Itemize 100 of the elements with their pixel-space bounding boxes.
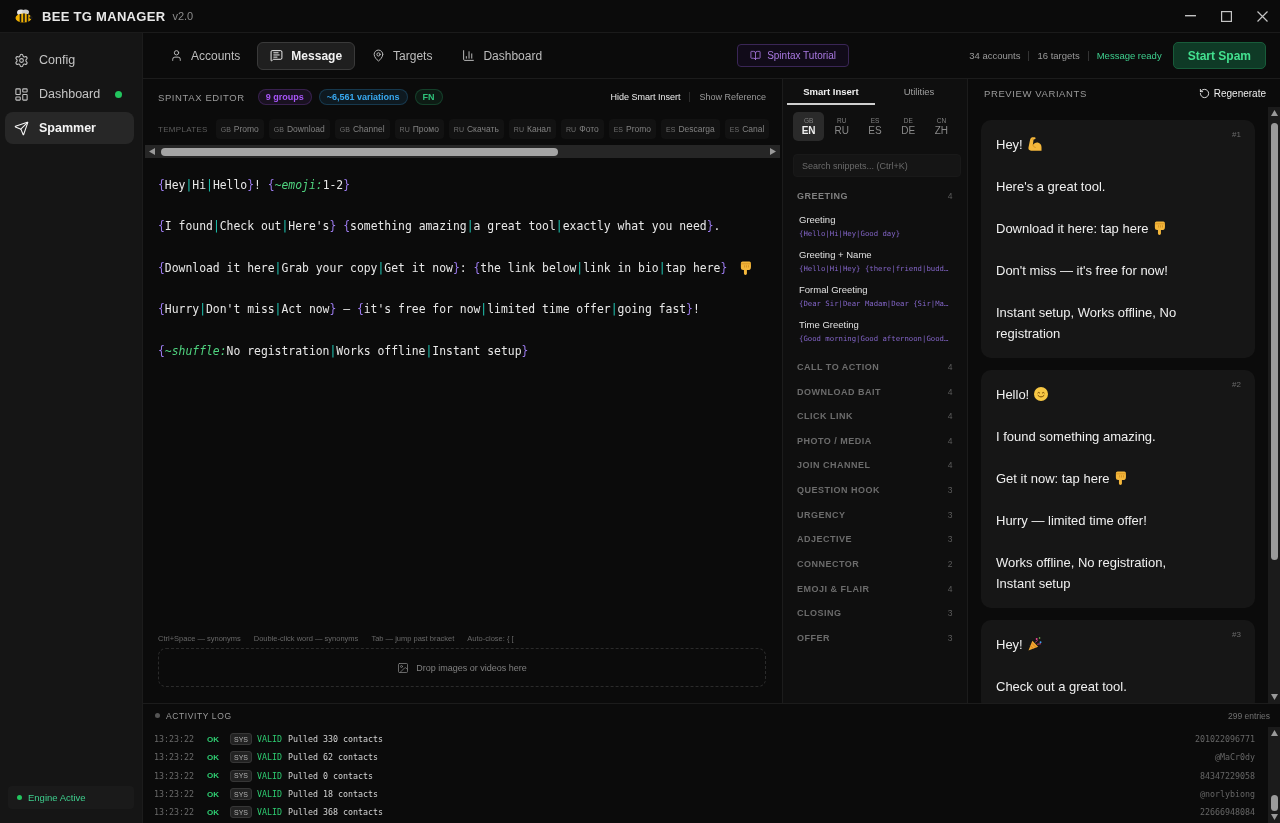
minimize-icon (1184, 15, 1196, 17)
scroll-right-icon[interactable] (770, 148, 776, 155)
log-message: Pulled 62 contacts (288, 752, 378, 763)
nav-tab[interactable]: Message (257, 41, 356, 70)
nav-tab[interactable]: Targets (359, 41, 446, 70)
log-time: 13:23:22 (154, 807, 195, 818)
scroll-up-icon[interactable] (1270, 730, 1278, 736)
sidebar-item[interactable]: Config (5, 44, 134, 76)
preview-text: Here's a great tool. (996, 179, 1106, 194)
toggle-link[interactable]: Hide Smart Insert (610, 92, 681, 102)
scrollbar-thumb[interactable] (1270, 123, 1278, 560)
code-line: {~shuffle:No registration|Works offline|Instant setup} (158, 343, 529, 358)
party-popper-icon (1027, 637, 1042, 651)
pointing-down-hand-icon (1153, 221, 1168, 235)
templates-label: TEMPLATES (158, 124, 208, 134)
bar-chart-icon (462, 49, 476, 62)
start-button[interactable]: Start Spam (1172, 42, 1266, 69)
entry-count: 299 entries (1227, 710, 1270, 721)
log-reference: 22666948084 (1200, 807, 1255, 818)
log-dot-icon (155, 713, 160, 718)
count-badge: 9 groups (257, 89, 312, 105)
preview-text: Works offline, No registration, Instant setup (996, 555, 1167, 591)
status-text: 34 accounts (969, 50, 1021, 61)
variant-number: #1 (1232, 130, 1241, 139)
tutorial-button[interactable]: Spintax Tutorial (737, 44, 850, 67)
log-status: OK (207, 807, 220, 817)
preview-text: Check out a great tool. (996, 679, 1127, 694)
category-header[interactable]: DOWNLOAD BAIT 4 (793, 379, 957, 404)
map-pin-icon (372, 49, 386, 62)
category-header[interactable]: CLOSING 3 (793, 600, 957, 626)
flexed-arm-icon (1027, 137, 1042, 151)
category-header[interactable]: GREETING 4 (793, 184, 957, 209)
search-field[interactable]: Search snippets... (Ctrl+K) (793, 154, 961, 177)
smiling-face-icon (1034, 387, 1049, 401)
log-reference: @norlybiong (1200, 789, 1255, 800)
preview-text: Get it now: tap here (996, 471, 1110, 486)
image-icon (397, 661, 410, 674)
variant-number: #2 (1232, 380, 1241, 389)
code-line: {I found|Check out|Here's} {something amazing|a great tool|exactly what you need}. (158, 219, 721, 234)
log-result: VALID (257, 789, 282, 800)
log-status: OK (207, 789, 220, 799)
vertical-scrollbar[interactable] (1268, 107, 1280, 703)
scrollbar-thumb[interactable] (161, 147, 558, 156)
category-header[interactable]: ADJECTIVE 3 (793, 527, 957, 552)
preview-text: Hey! (996, 637, 1023, 652)
editor-title: SPINTAX EDITOR (158, 91, 245, 103)
category-header[interactable]: JOIN CHANNEL 4 (793, 453, 957, 478)
horizontal-scrollbar[interactable] (145, 145, 780, 158)
scroll-left-icon[interactable] (149, 148, 155, 155)
close-icon (1256, 10, 1268, 22)
scroll-down-icon[interactable] (1270, 814, 1278, 820)
refresh-icon (1198, 87, 1210, 99)
log-time: 13:23:22 (154, 770, 195, 781)
category-header[interactable]: CALL TO ACTION 4 (793, 354, 957, 380)
log-reference: 84347229058 (1200, 770, 1255, 781)
preview-text: Hurry — limited time offer! (996, 513, 1147, 528)
log-result: VALID (257, 770, 282, 781)
scroll-down-icon[interactable] (1270, 694, 1278, 700)
status-text: 16 targets (1037, 50, 1080, 61)
bee-logo-icon (14, 9, 33, 23)
category-header[interactable]: OFFER 3 (793, 625, 957, 651)
nav-tab[interactable]: Dashboard (449, 41, 556, 70)
toggle-link[interactable]: Show Reference (699, 92, 766, 102)
variant-number: #3 (1232, 630, 1241, 639)
category-header[interactable]: URGENCY 3 (793, 502, 957, 527)
log-time: 13:23:22 (154, 752, 195, 763)
log-message: Pulled 368 contacts (288, 807, 383, 818)
panel-tab[interactable]: Utilities (875, 80, 963, 105)
category-header[interactable]: CONNECTOR 2 (793, 551, 957, 577)
log-reference: @MaCr0dy (1215, 752, 1255, 763)
category-header[interactable]: CLICK LINK 4 (793, 403, 957, 429)
category-header[interactable]: QUESTION HOOK 3 (793, 477, 957, 503)
status-text: Message ready (1096, 50, 1162, 61)
book-icon (750, 50, 762, 61)
sidebar-item[interactable]: Dashboard (5, 78, 134, 110)
chat-bubble-icon (270, 49, 284, 62)
category-header[interactable]: PHOTO / MEDIA 4 (793, 428, 957, 454)
nav-tab[interactable]: Accounts (157, 41, 254, 70)
scroll-up-icon[interactable] (1270, 110, 1278, 116)
regenerate-button[interactable]: Regenerate (1198, 87, 1266, 99)
app-version: v2.0 (172, 10, 194, 22)
vertical-scrollbar[interactable] (1268, 727, 1280, 823)
code-line: {Download it here|Grab your copy|Get it now}: {the link below|link in bio|tap here} (158, 260, 728, 275)
log-time: 13:23:22 (154, 789, 195, 800)
log-time: 13:23:22 (154, 734, 195, 745)
scrollbar-thumb[interactable] (1270, 795, 1278, 811)
user-icon (170, 49, 183, 62)
preview-text: Don't miss — it's free for now! (996, 263, 1168, 278)
pointing-down-hand-icon (1114, 471, 1129, 485)
sidebar-item[interactable]: Spammer (5, 112, 134, 144)
preview-text: Download it here: tap here (996, 221, 1149, 236)
log-message: Pulled 0 contacts (288, 770, 373, 781)
preview-text: Hey! (996, 137, 1023, 152)
count-badge: FN (414, 89, 443, 105)
log-result: VALID (257, 807, 282, 818)
log-result: VALID (257, 752, 282, 763)
media-drop-zone[interactable]: Drop images or videos here (158, 648, 766, 687)
panel-tab[interactable]: Smart Insert (787, 80, 875, 105)
dashboard-grid-icon (14, 86, 29, 102)
category-header[interactable]: EMOJI & FLAIR 4 (793, 576, 957, 601)
